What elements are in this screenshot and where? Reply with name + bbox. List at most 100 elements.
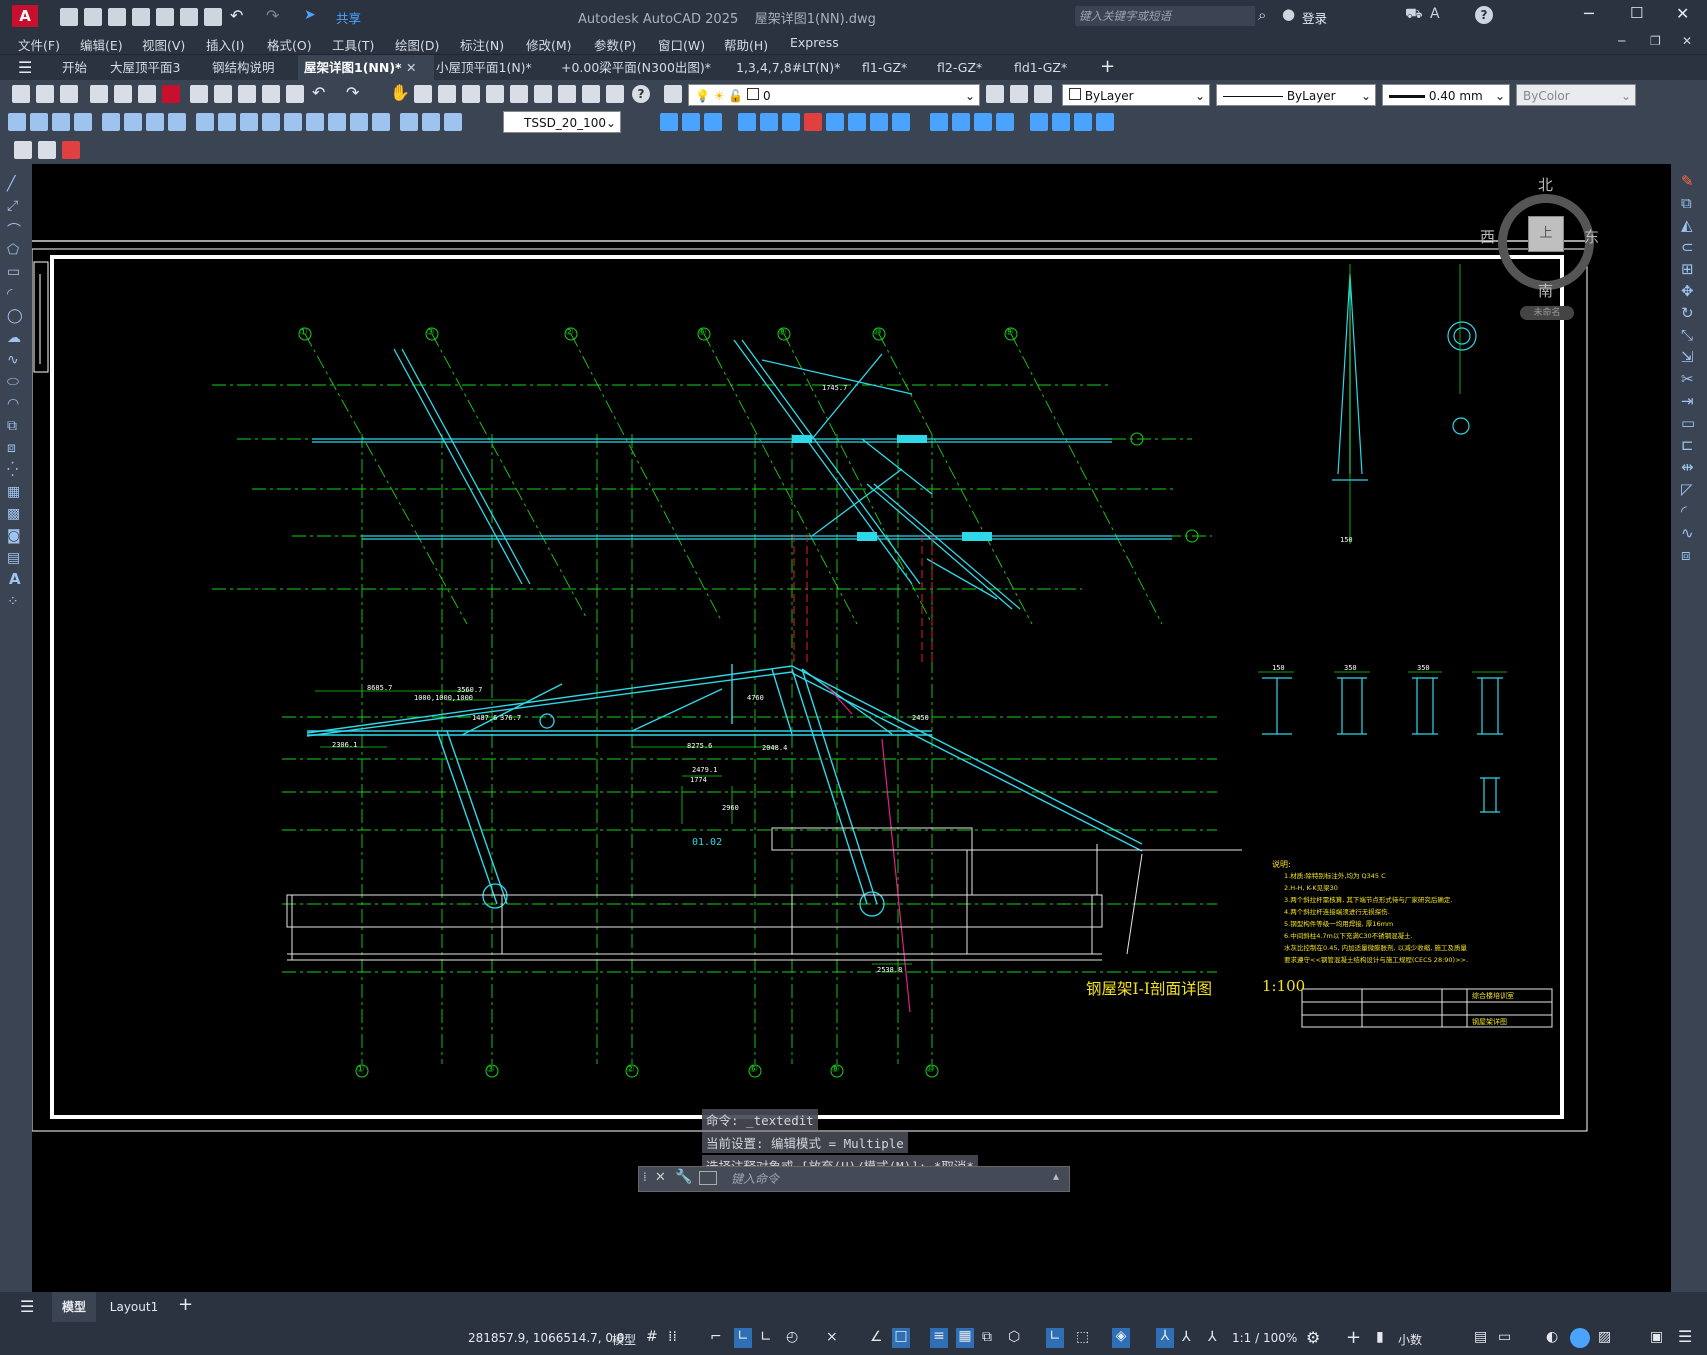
save-as-icon[interactable]: [132, 8, 150, 26]
pan-icon[interactable]: ✋: [390, 83, 410, 102]
offset-tool-icon[interactable]: [952, 113, 970, 131]
command-history-toggle-icon[interactable]: ▴: [1053, 1169, 1059, 1183]
tab-roof-plan-3[interactable]: 大屋顶平面3: [104, 55, 186, 81]
layer-properties-icon[interactable]: [664, 85, 682, 103]
isodraft-icon[interactable]: ⨯: [826, 1329, 838, 1345]
menu-item-format[interactable]: 格式(O): [267, 35, 312, 54]
tab-fl2-gz[interactable]: fl2-GZ*: [931, 55, 988, 81]
open-web-icon[interactable]: [156, 8, 174, 26]
move-icon[interactable]: ✥: [1681, 282, 1694, 300]
ellipse-icon[interactable]: ⬭: [7, 374, 19, 390]
jogged-icon[interactable]: [124, 113, 142, 131]
rectangle-icon[interactable]: ▭: [7, 264, 20, 280]
annotation-visibility-icon[interactable]: ⅄: [1156, 1328, 1174, 1348]
help-icon[interactable]: ?: [1475, 6, 1493, 24]
tab-start[interactable]: 开始: [56, 55, 93, 81]
file-tabs-menu-icon[interactable]: ☰: [18, 58, 32, 77]
move-tool-icon[interactable]: [660, 113, 678, 131]
command-prompt-icon[interactable]: [699, 1171, 717, 1185]
ucs-menu[interactable]: 未命名: [1520, 306, 1574, 320]
construction-line-icon[interactable]: ⤢: [7, 198, 18, 214]
arc-length-icon[interactable]: [52, 113, 70, 131]
units-readout[interactable]: 小数: [1398, 1331, 1422, 1348]
menu-item-dimension[interactable]: 标注(N): [460, 35, 504, 54]
make-current-layer-icon[interactable]: [986, 85, 1004, 103]
arc-icon[interactable]: ◜: [7, 286, 12, 302]
tab-truss-detail[interactable]: 屋架详图1(NN)* ✕: [298, 55, 434, 81]
close-icon[interactable]: ✕: [1676, 4, 1689, 23]
multileader-style-icon[interactable]: [62, 141, 80, 159]
polygon-icon[interactable]: ⬠: [7, 242, 19, 258]
rotate-icon[interactable]: ↻: [1681, 304, 1694, 322]
qsave-icon[interactable]: [60, 85, 78, 103]
pedit-tool-icon[interactable]: [1096, 113, 1114, 131]
make-block-icon[interactable]: ⧈: [7, 440, 16, 456]
break-at-point-icon[interactable]: ▭: [1681, 414, 1695, 432]
hardware-acceleration-icon[interactable]: [1570, 1328, 1590, 1348]
circle-icon[interactable]: ◯: [7, 308, 23, 324]
layer-state-icon[interactable]: [1034, 85, 1052, 103]
model-space-canvas[interactable]: 钢屋架I-I剖面详图 1:100 ① ③ ② ⑥ ⑧ ⑩ ⑨ ① ③ ② ⑥ ⑧…: [32, 164, 1671, 1292]
3d-osnap-icon[interactable]: ⬡: [1008, 1329, 1020, 1345]
layout-menu-icon[interactable]: ☰: [20, 1297, 34, 1316]
login-link[interactable]: 登录: [1302, 8, 1327, 27]
compass-east[interactable]: 东: [1584, 226, 1599, 247]
selection-filter-icon[interactable]: ⬚: [1076, 1329, 1089, 1345]
search-input[interactable]: 键入关键字或短语: [1079, 8, 1171, 24]
compass-west[interactable]: 西: [1480, 226, 1495, 247]
grid-icon[interactable]: #: [646, 1329, 658, 1345]
object-snap-icon[interactable]: □: [892, 1328, 910, 1348]
region-icon[interactable]: ◙: [7, 528, 21, 544]
explode-icon[interactable]: ⧈: [1681, 546, 1691, 564]
copy-tool-icon[interactable]: [682, 113, 700, 131]
help-button-icon[interactable]: ?: [632, 85, 650, 103]
menu-item-view[interactable]: 视图(V): [142, 35, 185, 54]
customization-menu-icon[interactable]: ☰: [1678, 1327, 1692, 1346]
zoom-realtime-icon[interactable]: [414, 85, 432, 103]
ortho-mode-icon[interactable]: ∟: [760, 1329, 772, 1345]
table-style-icon[interactable]: [38, 141, 56, 159]
insert-block-icon[interactable]: ⧉: [7, 418, 17, 434]
copy-object-icon[interactable]: ⧉: [1681, 194, 1692, 212]
tab-close-icon[interactable]: ✕: [406, 55, 416, 81]
tab-small-roof-plan[interactable]: 小屋顶平面1(N)*: [430, 55, 538, 81]
open-icon[interactable]: [36, 85, 54, 103]
tab-fld1-gz[interactable]: fld1-GZ*: [1008, 55, 1073, 81]
break-icon[interactable]: ⊏: [1681, 436, 1694, 454]
annotation-monitor-icon[interactable]: +: [1346, 1327, 1361, 1348]
menu-item-tools[interactable]: 工具(T): [332, 35, 374, 54]
menu-item-express[interactable]: Express: [790, 35, 839, 50]
app-logo[interactable]: A: [12, 5, 38, 27]
lengthen-tool-icon[interactable]: [1052, 113, 1070, 131]
join-icon[interactable]: ⇹: [1681, 458, 1694, 476]
lock-ui-icon[interactable]: ▭: [1498, 1329, 1511, 1345]
dimension-space-icon[interactable]: [262, 113, 280, 131]
tool-palettes-icon[interactable]: [534, 85, 552, 103]
paste-icon[interactable]: [238, 85, 256, 103]
array-icon[interactable]: ⊞: [1681, 260, 1694, 278]
annotation-scale-icon[interactable]: ⅄: [1208, 1329, 1217, 1345]
new-tab-icon[interactable]: +: [1100, 56, 1115, 77]
radius-icon[interactable]: [102, 113, 120, 131]
chamfer-tool-icon[interactable]: [892, 113, 910, 131]
units-icon[interactable]: ▮: [1376, 1329, 1384, 1345]
doc-minimize-icon[interactable]: ─: [1618, 34, 1625, 48]
menu-item-file[interactable]: 文件(F): [18, 35, 60, 54]
dimension-break-icon[interactable]: [284, 113, 302, 131]
diameter-icon[interactable]: [146, 113, 164, 131]
viewcube[interactable]: 上 北 南 东 西 未命名: [1480, 174, 1610, 324]
angular-icon[interactable]: [168, 113, 186, 131]
tab-model[interactable]: 模型: [52, 1292, 96, 1322]
compass-north[interactable]: 北: [1538, 174, 1553, 195]
baseline-icon[interactable]: [218, 113, 236, 131]
transparency-icon[interactable]: ▦: [956, 1328, 974, 1348]
match-properties-icon[interactable]: [262, 85, 280, 103]
erase-icon[interactable]: ✎: [1681, 172, 1694, 190]
layer-lock-icon[interactable]: 🔓: [728, 89, 743, 103]
inspection-icon[interactable]: [350, 113, 368, 131]
menu-item-edit[interactable]: 编辑(E): [80, 35, 123, 54]
stretch-icon[interactable]: ⇲: [1681, 348, 1694, 366]
tab-beam-plan[interactable]: +0.00梁平面(N300出图)*: [555, 55, 717, 81]
maximize-icon[interactable]: ☐: [1630, 4, 1643, 22]
cart-icon[interactable]: ⛟: [1405, 6, 1423, 24]
